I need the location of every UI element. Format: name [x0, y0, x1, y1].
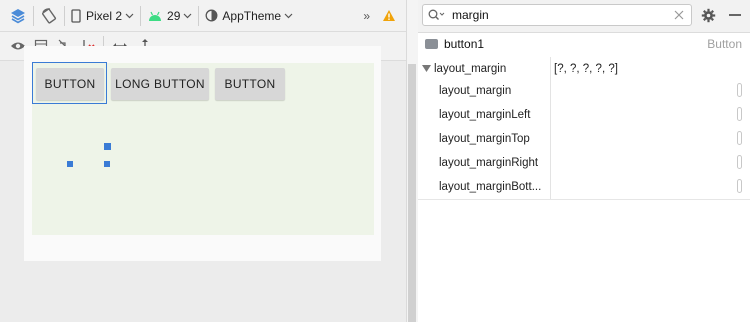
attribute-label: layout_margin — [439, 85, 512, 97]
clear-icon[interactable] — [674, 10, 684, 20]
attribute-value-field[interactable] — [737, 83, 742, 97]
attribute-value-field[interactable] — [737, 155, 742, 169]
attribute-label: layout_marginTop — [439, 133, 530, 145]
attribute-row[interactable]: layout_marginLeft — [418, 103, 750, 128]
attribute-row[interactable]: layout_marginTop — [418, 127, 750, 152]
layers-icon[interactable] — [9, 7, 27, 25]
overflow-button[interactable]: » — [363, 9, 370, 23]
chevron-down-icon[interactable] — [284, 13, 293, 19]
attribute-label: layout_marginLeft — [439, 109, 531, 121]
attribute-value-field[interactable] — [737, 179, 742, 193]
search-icon — [428, 9, 445, 21]
theme-icon — [205, 9, 218, 22]
chevron-down-icon[interactable] — [183, 13, 192, 19]
attribute-value-field[interactable] — [737, 131, 742, 145]
constraint-handle[interactable] — [104, 143, 111, 150]
selection-outline — [32, 62, 107, 104]
rotate-icon[interactable] — [40, 7, 58, 25]
minimize-icon[interactable] — [729, 14, 741, 16]
canvas-button-long[interactable]: LONG BUTTON — [111, 68, 209, 100]
resize-handle[interactable] — [67, 161, 73, 167]
attribute-row[interactable]: layout_marginRight — [418, 151, 750, 176]
phone-icon — [71, 8, 81, 23]
attribute-label: layout_marginBott... — [439, 181, 542, 193]
attribute-row[interactable]: layout_marginBott... — [418, 175, 750, 200]
attribute-row[interactable]: layout_margin — [418, 79, 750, 104]
canvas-button-3[interactable]: BUTTON — [215, 68, 285, 100]
component-id: button1 — [444, 37, 485, 51]
collapse-triangle-icon[interactable] — [422, 65, 431, 72]
chevron-down-icon[interactable] — [125, 13, 134, 19]
warning-icon[interactable] — [382, 9, 396, 22]
scrollbar-thumb[interactable] — [408, 64, 416, 322]
attribute-value[interactable]: [?, ?, ?, ?, ?] — [554, 57, 618, 81]
attribute-label: layout_marginRight — [439, 157, 539, 169]
attribute-label: layout_margin — [434, 63, 507, 75]
api-level-selector[interactable]: 29 — [167, 9, 180, 23]
attribute-value-field[interactable] — [737, 107, 742, 121]
component-type: Button — [707, 37, 742, 51]
search-value[interactable]: margin — [452, 5, 489, 25]
button-widget-icon — [425, 39, 438, 49]
theme-selector[interactable]: AppTheme — [222, 9, 281, 23]
device-selector[interactable]: Pixel 2 — [86, 9, 122, 23]
resize-handle[interactable] — [104, 161, 110, 167]
android-icon — [147, 10, 163, 22]
design-toolbar: Pixel 2 29 AppTheme » — [0, 0, 406, 32]
gear-icon[interactable] — [701, 8, 716, 23]
